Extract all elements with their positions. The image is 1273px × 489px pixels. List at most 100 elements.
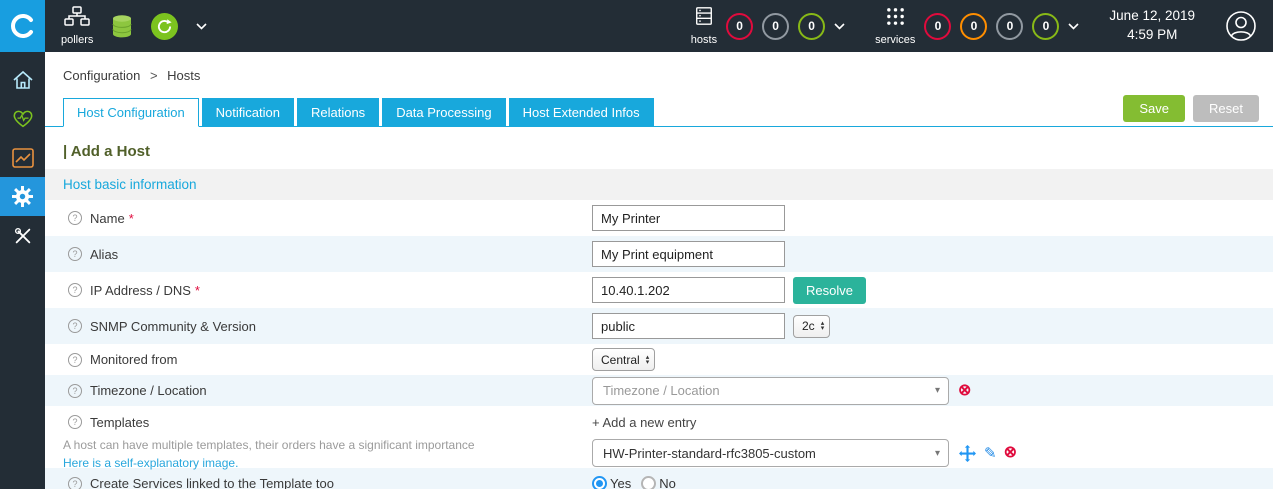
- database-status-icon[interactable]: [111, 14, 133, 39]
- radio-yes[interactable]: [592, 476, 607, 489]
- sidebar-item-administration[interactable]: [0, 216, 45, 255]
- template-edit-icon[interactable]: ✎: [984, 446, 997, 461]
- sidebar-item-configuration[interactable]: [0, 177, 45, 216]
- template-delete-icon[interactable]: ⊗: [1004, 445, 1017, 461]
- help-icon[interactable]: ?: [68, 319, 82, 333]
- help-icon[interactable]: ?: [68, 211, 82, 225]
- heart-pulse-icon: [13, 110, 32, 127]
- tab-host-extended-infos[interactable]: Host Extended Infos: [508, 98, 654, 126]
- templates-label: Templates: [90, 414, 150, 430]
- ip-address-label: IP Address / DNS: [90, 282, 191, 298]
- pollers-icon: [64, 6, 90, 31]
- reset-button[interactable]: Reset: [1193, 95, 1259, 122]
- services-menu[interactable]: services: [875, 7, 915, 46]
- hosts-icon: [694, 6, 714, 31]
- radio-no[interactable]: [641, 476, 657, 489]
- snmp-community-input[interactable]: [592, 313, 785, 339]
- services-counter-unknown[interactable]: 0: [996, 12, 1024, 40]
- form-row-snmp: ? SNMP Community & Version 2c ▴▾: [45, 308, 1273, 344]
- form-row-ip-address: ? IP Address / DNS * Resolve: [45, 272, 1273, 308]
- template-move-icon[interactable]: [959, 444, 976, 462]
- centreon-logo-icon: [10, 14, 33, 38]
- chart-icon: [11, 147, 34, 168]
- snmp-label: SNMP Community & Version: [90, 318, 256, 334]
- select-stepper-icon: ▴ ▾: [645, 353, 650, 366]
- snmp-version-select[interactable]: 2c ▴ ▾: [793, 314, 831, 338]
- help-icon[interactable]: ?: [68, 383, 82, 398]
- home-icon: [12, 70, 33, 89]
- hosts-counter-up[interactable]: 0: [798, 12, 826, 40]
- sidebar: [0, 52, 45, 489]
- monitored-from-label: Monitored from: [90, 352, 178, 367]
- alias-input[interactable]: [592, 241, 785, 267]
- help-icon[interactable]: ?: [68, 283, 82, 297]
- templates-help-text: A host can have multiple templates, thei…: [63, 438, 475, 452]
- required-asterisk: *: [128, 210, 134, 226]
- save-button[interactable]: Save: [1123, 95, 1186, 122]
- select-stepper-icon: ▴ ▾: [820, 320, 825, 332]
- tab-bar: Host Configuration Notification Relation…: [45, 95, 1273, 127]
- breadcrumb-configuration[interactable]: Configuration: [63, 68, 140, 83]
- services-counter-ok[interactable]: 0: [1032, 12, 1060, 40]
- sidebar-item-home[interactable]: [0, 60, 45, 99]
- main-content: Configuration > Hosts Host Configuration…: [45, 52, 1273, 489]
- sidebar-item-reporting[interactable]: [0, 138, 45, 177]
- form-row-create-services: ? Create Services linked to the Template…: [45, 468, 1273, 489]
- centreon-logo[interactable]: [0, 0, 45, 52]
- radio-no-label[interactable]: No: [659, 476, 676, 489]
- help-icon[interactable]: ?: [68, 476, 82, 489]
- tab-notification[interactable]: Notification: [201, 98, 294, 126]
- hosts-status-group: hosts 0 0 0: [691, 6, 845, 46]
- form-row-templates: ? Templates A host can have multiple tem…: [45, 406, 1273, 471]
- radio-yes-label[interactable]: Yes: [610, 476, 631, 489]
- required-asterisk: *: [194, 282, 200, 298]
- help-icon[interactable]: ?: [68, 415, 82, 429]
- chevron-down-icon: ▾: [934, 385, 940, 396]
- timezone-clear-icon[interactable]: ⊗: [958, 382, 971, 399]
- chevron-down-icon[interactable]: [1068, 22, 1079, 30]
- chevron-down-icon[interactable]: [196, 22, 207, 30]
- form-row-name: ? Name *: [45, 200, 1273, 236]
- services-counter-critical[interactable]: 0: [924, 12, 952, 40]
- template-select[interactable]: HW-Printer-standard-rfc3805-custom ▾: [592, 439, 949, 467]
- name-input[interactable]: [592, 205, 785, 231]
- services-status-group: services 0 0 0 0: [875, 7, 1079, 46]
- hosts-counter-unreachable[interactable]: 0: [762, 12, 790, 40]
- timezone-select[interactable]: Timezone / Location ▾: [592, 376, 949, 405]
- clock-date: June 12, 2019: [1109, 8, 1195, 24]
- hosts-counter-down[interactable]: 0: [726, 12, 754, 40]
- user-icon: [1226, 11, 1256, 41]
- monitored-from-select[interactable]: Central ▴ ▾: [592, 348, 656, 371]
- pollers-menu[interactable]: pollers: [61, 6, 93, 46]
- hosts-label: hosts: [690, 34, 718, 46]
- pollers-label: pollers: [61, 34, 94, 46]
- help-icon[interactable]: ?: [68, 247, 82, 261]
- sidebar-item-monitoring[interactable]: [0, 99, 45, 138]
- hosts-menu[interactable]: hosts: [691, 6, 717, 46]
- breadcrumb: Configuration > Hosts: [45, 52, 1273, 83]
- services-counter-warning[interactable]: 0: [960, 12, 988, 40]
- form-row-monitored-from: ? Monitored from Central ▴ ▾: [45, 344, 1273, 375]
- tools-icon: [14, 227, 30, 243]
- help-icon[interactable]: ?: [68, 352, 82, 367]
- create-services-label: Create Services linked to the Template t…: [90, 476, 335, 489]
- templates-help-link[interactable]: Here is a self-explanatory image.: [63, 456, 592, 470]
- form-row-timezone: ? Timezone / Location Timezone / Locatio…: [45, 375, 1273, 406]
- add-template-entry-link[interactable]: + Add a new entry: [592, 413, 1017, 431]
- user-avatar[interactable]: [1225, 10, 1257, 42]
- resolve-button[interactable]: Resolve: [793, 276, 866, 304]
- gear-icon: [12, 186, 33, 207]
- chevron-down-icon[interactable]: [834, 22, 845, 30]
- breadcrumb-hosts[interactable]: Hosts: [167, 68, 200, 83]
- ip-address-input[interactable]: [592, 277, 785, 303]
- tab-host-configuration[interactable]: Host Configuration: [63, 98, 199, 127]
- create-services-radio-group: Yes No: [592, 476, 686, 489]
- clock-time: 4:59 PM: [1127, 27, 1178, 42]
- breadcrumb-separator: >: [149, 68, 158, 83]
- alias-label: Alias: [90, 246, 119, 262]
- tab-relations[interactable]: Relations: [296, 98, 380, 126]
- services-icon: [886, 7, 905, 31]
- tab-data-processing[interactable]: Data Processing: [382, 98, 506, 126]
- sync-status-icon[interactable]: [151, 12, 179, 40]
- form-row-alias: ? Alias: [45, 236, 1273, 272]
